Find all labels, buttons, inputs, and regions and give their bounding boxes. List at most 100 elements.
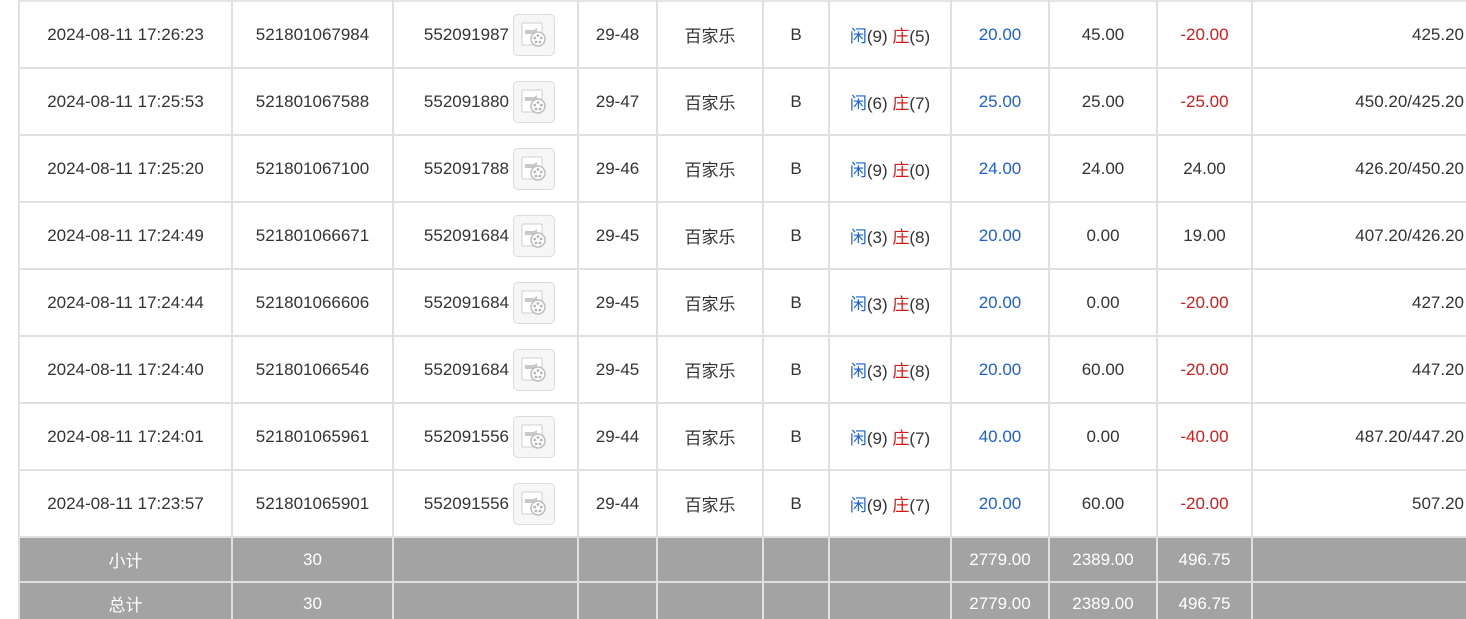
bet-time-cell: 2024-08-11 17:25:20 xyxy=(18,134,233,203)
table-code: B xyxy=(790,158,802,178)
shoe-cell: 29-46 xyxy=(577,134,658,203)
total-empty-cell xyxy=(762,581,830,619)
result-cell: 闲(9) 庄(0) xyxy=(828,134,952,203)
banker-score: (8) xyxy=(909,362,931,381)
valid-bet: 25.00 xyxy=(1081,91,1125,111)
round-id-cell: 552091684 xyxy=(392,268,579,337)
round-id: 552091987 xyxy=(423,24,509,44)
game-name: 百家乐 xyxy=(684,27,736,46)
bet-time: 2024-08-11 17:23:57 xyxy=(47,493,204,513)
subtotal-empty-cell xyxy=(828,536,952,583)
valid-bet-cell: 60.00 xyxy=(1048,469,1158,538)
win-loss-cell: -40.00 xyxy=(1156,402,1253,471)
bet-time: 2024-08-11 17:24:40 xyxy=(47,359,204,379)
round-id-cell: 552091880 xyxy=(392,67,579,136)
result-cell: 闲(6) 庄(7) xyxy=(828,67,952,136)
win-loss: -20.00 xyxy=(1180,292,1229,312)
video-replay-icon-graphic xyxy=(521,357,546,382)
table-cell: B xyxy=(762,201,830,270)
banker-label: 庄 xyxy=(892,94,910,113)
bet-history-table: 2024-08-11 17:26:23 521801067984 5520919… xyxy=(18,0,1466,619)
bet-id-cell: 521801067588 xyxy=(231,67,394,136)
bet-amount: 20.00 xyxy=(978,24,1022,44)
valid-bet-cell: 45.00 xyxy=(1048,0,1158,69)
video-replay-icon[interactable] xyxy=(513,482,555,525)
subtotal-empty-cell xyxy=(1251,536,1466,583)
banker-label: 庄 xyxy=(892,362,910,381)
bet-id-cell: 521801065961 xyxy=(231,402,394,471)
video-replay-icon-graphic xyxy=(521,223,546,248)
shoe-number: 29-45 xyxy=(595,225,640,245)
bet-time: 2024-08-11 17:25:53 xyxy=(47,91,204,111)
win-loss-cell: -20.00 xyxy=(1156,0,1253,69)
balance: 407.20/426.20 xyxy=(1355,225,1464,245)
bet-amount-cell: 20.00 xyxy=(950,469,1050,538)
balance-cell: 426.20/450.20 xyxy=(1251,134,1466,203)
valid-bet-cell: 24.00 xyxy=(1048,134,1158,203)
result-cell: 闲(9) 庄(7) xyxy=(828,469,952,538)
subtotal-empty-cell xyxy=(577,536,658,583)
table-code: B xyxy=(790,292,802,312)
bet-amount: 20.00 xyxy=(978,292,1022,312)
round-id-cell: 552091556 xyxy=(392,469,579,538)
total-empty-cell xyxy=(577,581,658,619)
bet-id: 521801067100 xyxy=(255,158,370,178)
bet-time: 2024-08-11 17:24:49 xyxy=(47,225,204,245)
video-replay-icon[interactable] xyxy=(513,13,555,56)
game-cell: 百家乐 xyxy=(656,268,764,337)
table-body: 2024-08-11 17:26:23 521801067984 5520919… xyxy=(18,0,1466,538)
balance: 507.20 xyxy=(1412,493,1464,513)
video-replay-icon[interactable] xyxy=(513,214,555,257)
balance-cell: 450.20/425.20 xyxy=(1251,67,1466,136)
bet-time: 2024-08-11 17:24:01 xyxy=(47,426,204,446)
valid-bet: 60.00 xyxy=(1081,493,1125,513)
banker-score: (5) xyxy=(909,27,931,46)
video-replay-icon[interactable] xyxy=(513,415,555,458)
bet-id: 521801066546 xyxy=(255,359,370,379)
table-row: 2024-08-11 17:26:23 521801067984 5520919… xyxy=(18,0,1466,69)
win-loss: -20.00 xyxy=(1180,359,1229,379)
valid-bet-cell: 0.00 xyxy=(1048,402,1158,471)
bet-time-cell: 2024-08-11 17:24:01 xyxy=(18,402,233,471)
shoe-number: 29-45 xyxy=(595,359,640,379)
game-cell: 百家乐 xyxy=(656,469,764,538)
player-score: (9) xyxy=(866,429,888,448)
shoe-number: 29-44 xyxy=(595,426,640,446)
banker-label: 庄 xyxy=(892,295,910,314)
shoe-cell: 29-44 xyxy=(577,402,658,471)
banker-score: (7) xyxy=(909,429,931,448)
round-id-cell: 552091987 xyxy=(392,0,579,69)
round-id-cell: 552091684 xyxy=(392,201,579,270)
valid-bet: 0.00 xyxy=(1086,225,1120,245)
bet-amount: 25.00 xyxy=(978,91,1022,111)
result-cell: 闲(3) 庄(8) xyxy=(828,201,952,270)
result-cell: 闲(3) 庄(8) xyxy=(828,268,952,337)
subtotal-row: 小计 30 2779.00 2389.00 496.75 xyxy=(18,536,1466,583)
banker-label: 庄 xyxy=(892,496,910,515)
video-replay-icon[interactable] xyxy=(513,80,555,123)
video-replay-icon[interactable] xyxy=(513,348,555,391)
game-name: 百家乐 xyxy=(684,429,736,448)
subtotal-empty-cell xyxy=(656,536,764,583)
table-row: 2024-08-11 17:24:44 521801066606 5520916… xyxy=(18,268,1466,337)
video-replay-icon-graphic xyxy=(521,89,546,114)
balance: 487.20/447.20 xyxy=(1355,426,1464,446)
table-cell: B xyxy=(762,67,830,136)
game-name: 百家乐 xyxy=(684,161,736,180)
video-replay-icon[interactable] xyxy=(513,147,555,190)
shoe-number: 29-46 xyxy=(595,158,640,178)
player-label: 闲 xyxy=(849,496,867,515)
bet-amount-cell: 20.00 xyxy=(950,201,1050,270)
game-name: 百家乐 xyxy=(684,362,736,381)
total-row: 总计 30 2779.00 2389.00 496.75 xyxy=(18,581,1466,619)
win-loss-cell: 24.00 xyxy=(1156,134,1253,203)
table-row: 2024-08-11 17:24:01 521801065961 5520915… xyxy=(18,402,1466,471)
video-replay-icon[interactable] xyxy=(513,281,555,324)
subtotal-count: 30 xyxy=(231,536,394,583)
bet-time-cell: 2024-08-11 17:24:49 xyxy=(18,201,233,270)
game-cell: 百家乐 xyxy=(656,335,764,404)
balance: 425.20 xyxy=(1412,24,1464,44)
bet-id-cell: 521801065901 xyxy=(231,469,394,538)
round-id-cell: 552091684 xyxy=(392,335,579,404)
player-score: (9) xyxy=(866,496,888,515)
